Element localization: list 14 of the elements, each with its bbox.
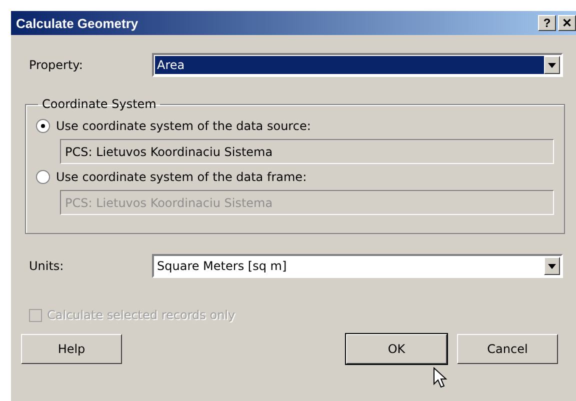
property-dropdown[interactable]: Area	[152, 53, 563, 77]
property-label: Property:	[29, 58, 84, 72]
mouse-pointer-icon	[433, 367, 447, 389]
close-button[interactable]: ✕	[558, 15, 576, 31]
help-button[interactable]: ?	[538, 15, 556, 31]
radio-option[interactable]: Use coordinate system of the data source:	[36, 119, 554, 133]
dialog-button[interactable]: OK	[346, 334, 447, 364]
units-label: Units:	[29, 259, 65, 273]
window-title: Calculate Geometry	[16, 16, 138, 30]
group-title: Coordinate System	[41, 97, 158, 111]
dialog-button[interactable]: Cancel	[457, 334, 558, 364]
units-dropdown[interactable]: Square Meters [sq m]	[152, 254, 563, 278]
dialog-button[interactable]: Help	[21, 334, 122, 364]
coordinate-system-field[interactable]: PCS: Lietuvos Koordinaciu Sistema	[60, 139, 554, 164]
